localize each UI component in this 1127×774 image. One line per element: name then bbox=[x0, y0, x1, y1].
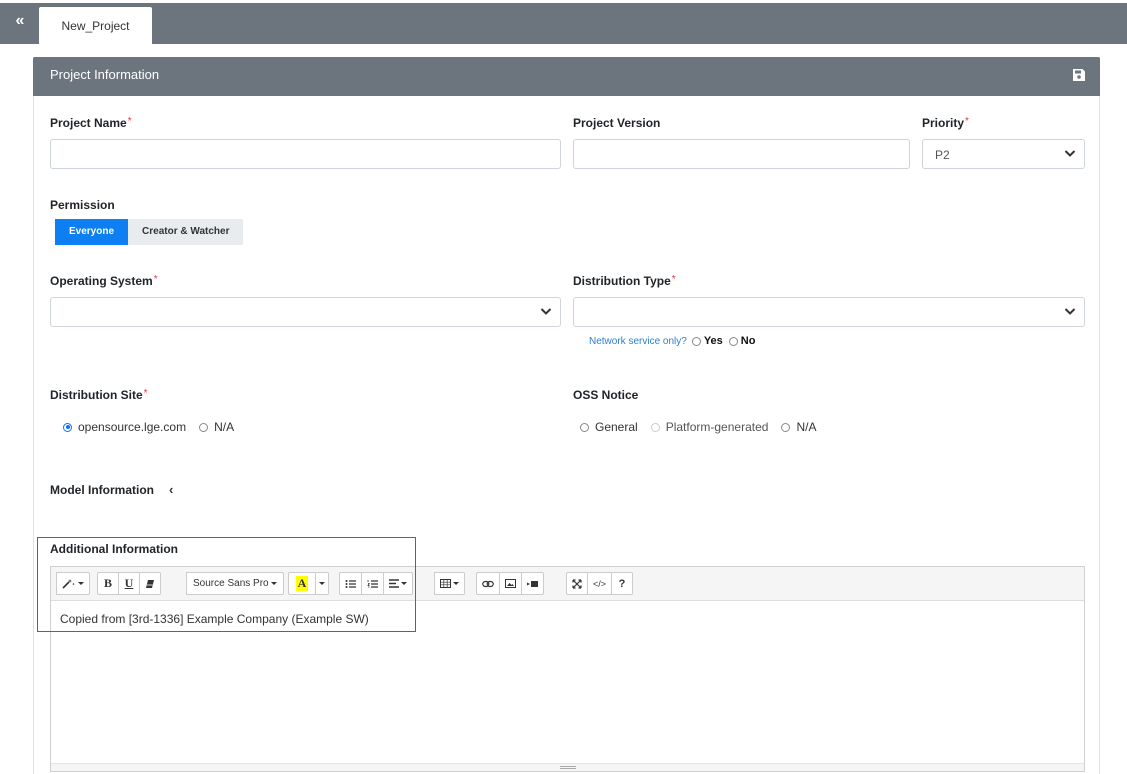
project-name-input[interactable] bbox=[50, 139, 561, 169]
double-chevron-left-icon[interactable]: « bbox=[10, 12, 30, 32]
chevron-down-icon bbox=[1064, 308, 1076, 315]
video-button[interactable] bbox=[521, 572, 544, 595]
priority-value: P2 bbox=[935, 148, 950, 162]
operating-system-select[interactable] bbox=[50, 297, 561, 327]
fullscreen-icon bbox=[572, 578, 582, 589]
top-bar: « New_Project bbox=[0, 3, 1127, 44]
panel-header: Project Information bbox=[33, 57, 1100, 96]
panel-title: Project Information bbox=[50, 67, 160, 82]
code-view-button[interactable]: </> bbox=[587, 572, 613, 595]
oss-notice-na-radio[interactable]: N/A bbox=[781, 420, 816, 434]
oss-notice-general-radio[interactable]: General bbox=[580, 420, 638, 434]
help-button[interactable]: ? bbox=[611, 572, 634, 595]
video-icon bbox=[527, 580, 538, 587]
align-left-icon bbox=[389, 579, 399, 588]
network-service-question: Network service only? bbox=[589, 335, 687, 347]
eraser-icon bbox=[146, 579, 154, 588]
picture-button[interactable] bbox=[499, 572, 522, 595]
priority-label: Priority* bbox=[922, 116, 969, 130]
permission-label: Permission bbox=[50, 198, 115, 212]
ordered-list-button[interactable] bbox=[361, 572, 384, 595]
font-family-select[interactable]: Source Sans Pro bbox=[186, 572, 284, 595]
unordered-list-button[interactable] bbox=[339, 572, 362, 595]
distribution-type-select[interactable] bbox=[573, 297, 1085, 327]
priority-select[interactable]: P2 bbox=[922, 139, 1085, 169]
distribution-site-label: Distribution Site* bbox=[50, 388, 148, 402]
eraser-button[interactable] bbox=[139, 572, 161, 595]
underline-button[interactable]: U bbox=[118, 572, 140, 595]
magic-wand-style-button[interactable] bbox=[56, 572, 90, 595]
project-version-label: Project Version bbox=[573, 116, 661, 130]
project-name-label: Project Name* bbox=[50, 116, 132, 130]
link-button[interactable] bbox=[476, 572, 500, 595]
font-color-dropdown[interactable] bbox=[315, 572, 329, 595]
rich-text-editor: B U Source Sans Pro A </> ? Copied from … bbox=[50, 566, 1085, 772]
editor-resize-handle[interactable] bbox=[51, 763, 1084, 771]
text-color-icon: A bbox=[295, 576, 309, 591]
additional-information-label: Additional Information bbox=[50, 542, 178, 556]
permission-creator-watcher-button[interactable]: Creator & Watcher bbox=[128, 219, 244, 245]
chevron-down-icon bbox=[1064, 150, 1076, 157]
ordered-list-icon bbox=[367, 579, 378, 588]
table-icon bbox=[440, 579, 451, 588]
oss-notice-label: OSS Notice bbox=[573, 388, 639, 402]
oss-notice-platform-generated-radio[interactable]: Platform-generated bbox=[650, 420, 768, 434]
distribution-type-label: Distribution Type* bbox=[573, 274, 676, 288]
paragraph-align-button[interactable] bbox=[383, 572, 413, 595]
model-information-label[interactable]: Model Information bbox=[50, 483, 154, 497]
floppy-disk-icon[interactable] bbox=[1072, 68, 1086, 82]
oss-notice-options: General Platform-generated N/A bbox=[580, 420, 829, 434]
fullscreen-button[interactable] bbox=[566, 572, 588, 595]
distribution-site-opensource-radio[interactable]: opensource.lge.com bbox=[63, 420, 186, 434]
picture-icon bbox=[505, 579, 516, 588]
permission-toggle-group: Everyone Creator & Watcher bbox=[55, 219, 244, 245]
editor-toolbar: B U Source Sans Pro A </> ? bbox=[51, 567, 1084, 601]
network-service-row: Network service only? Yes No bbox=[589, 335, 761, 347]
magic-wand-icon bbox=[62, 579, 75, 589]
unordered-list-icon bbox=[345, 579, 356, 588]
chevron-left-icon[interactable]: ‹ bbox=[169, 482, 173, 497]
distribution-site-na-radio[interactable]: N/A bbox=[199, 420, 234, 434]
project-information-panel: Project Information Project Name* Projec… bbox=[33, 57, 1100, 774]
font-color-button[interactable]: A bbox=[288, 572, 316, 595]
permission-everyone-button[interactable]: Everyone bbox=[55, 219, 129, 245]
operating-system-label: Operating System* bbox=[50, 274, 158, 288]
editor-content[interactable]: Copied from [3rd-1336] Example Company (… bbox=[60, 612, 369, 626]
project-version-input[interactable] bbox=[573, 139, 910, 169]
network-service-yes-radio[interactable]: Yes bbox=[691, 335, 723, 347]
chevron-down-icon bbox=[540, 308, 552, 315]
network-service-no-radio[interactable]: No bbox=[728, 335, 755, 347]
link-icon bbox=[482, 580, 494, 587]
tab-new-project[interactable]: New_Project bbox=[39, 7, 152, 44]
bold-button[interactable]: B bbox=[97, 572, 119, 595]
distribution-site-options: opensource.lge.com N/A bbox=[63, 420, 247, 434]
table-button[interactable] bbox=[434, 572, 465, 595]
